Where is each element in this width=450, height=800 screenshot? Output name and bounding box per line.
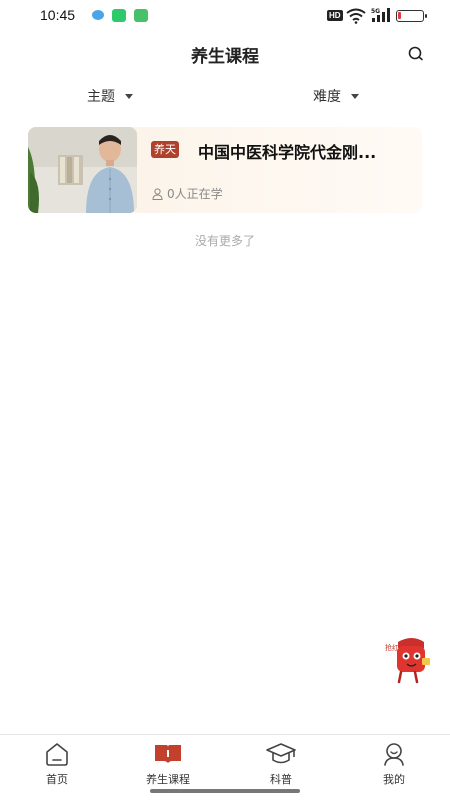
hd-icon: HD bbox=[327, 10, 343, 21]
status-bar: 10:45 HD 5G bbox=[0, 0, 450, 32]
caret-down-icon bbox=[125, 94, 133, 99]
caret-down-icon bbox=[351, 94, 359, 99]
cloud-app-icon bbox=[92, 10, 104, 20]
course-thumbnail bbox=[28, 127, 137, 213]
topic-filter-dropdown[interactable]: 主题 bbox=[87, 86, 133, 106]
search-icon[interactable] bbox=[406, 44, 426, 64]
signal-icon: 5G bbox=[371, 8, 390, 22]
app-notification-icon bbox=[112, 9, 126, 22]
learner-count: 0人正在学 bbox=[152, 185, 223, 202]
graduation-cap-icon bbox=[266, 743, 296, 764]
nav-label-home: 首页 bbox=[46, 773, 68, 786]
nav-item-courses[interactable]: 养生课程 bbox=[128, 741, 208, 787]
person-icon bbox=[152, 187, 163, 200]
course-tag: 养天 bbox=[151, 141, 179, 158]
difficulty-filter-dropdown[interactable]: 难度 bbox=[313, 86, 359, 106]
nav-item-home[interactable]: 首页 bbox=[17, 741, 97, 787]
book-icon bbox=[155, 745, 181, 763]
course-card[interactable]: 养天 中国中医科学院代金刚... 0人正在学 bbox=[28, 127, 422, 213]
nav-label-science: 科普 bbox=[270, 773, 292, 786]
nav-label-profile: 我的 bbox=[383, 773, 405, 786]
message-notification-icon bbox=[134, 9, 148, 22]
learner-count-text: 0人正在学 bbox=[167, 187, 223, 201]
status-time: 10:45 bbox=[40, 7, 76, 23]
network-label: 5G bbox=[371, 8, 380, 15]
topic-filter-label: 主题 bbox=[87, 89, 115, 105]
difficulty-filter-label: 难度 bbox=[313, 89, 341, 105]
list-end-text: 没有更多了 bbox=[194, 234, 255, 248]
battery-icon bbox=[396, 10, 427, 22]
wifi-icon bbox=[346, 8, 366, 24]
home-icon bbox=[46, 743, 68, 766]
red-envelope-mascot-icon[interactable]: 抢红包 bbox=[384, 636, 432, 686]
course-title: 中国中医科学院代金刚... bbox=[198, 143, 377, 162]
header: 养生课程 bbox=[0, 32, 450, 76]
nav-item-science[interactable]: 科普 bbox=[241, 741, 321, 787]
nav-item-profile[interactable]: 我的 bbox=[354, 741, 434, 787]
page-title: 养生课程 bbox=[191, 47, 259, 67]
nav-label-courses: 养生课程 bbox=[146, 773, 190, 786]
home-indicator bbox=[150, 789, 300, 793]
profile-icon bbox=[384, 743, 404, 766]
